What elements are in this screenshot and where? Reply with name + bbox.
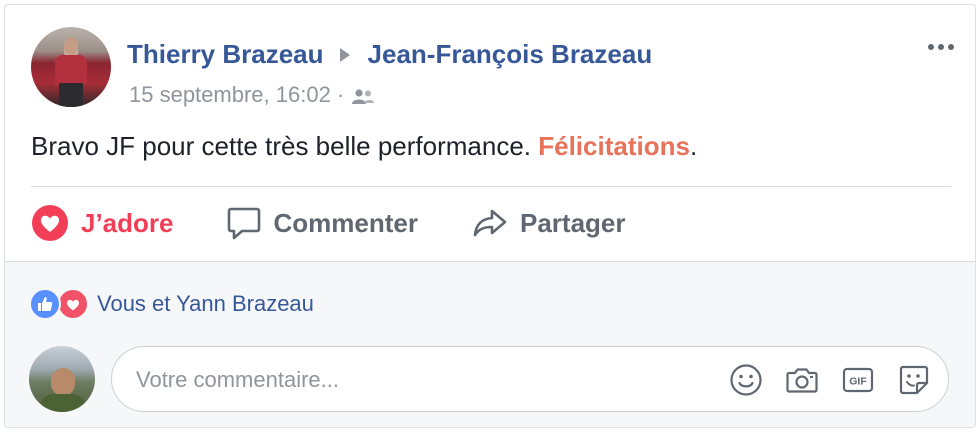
love-label: J’adore	[81, 207, 174, 238]
author-name-link[interactable]: Thierry Brazeau	[127, 39, 324, 70]
comment-icon	[227, 207, 260, 240]
emoji-icon[interactable]	[728, 362, 764, 398]
divider	[31, 186, 951, 187]
author-avatar[interactable]	[31, 27, 111, 107]
post-meta: 15 septembre, 16:02 ·	[129, 82, 376, 108]
comment-label: Commenter	[273, 207, 418, 238]
post-actions: J’adore Commenter Partager	[31, 201, 625, 245]
current-user-avatar[interactable]	[29, 346, 95, 412]
post-mention-link[interactable]: Félicitations	[538, 131, 690, 161]
triangle-right-icon	[339, 47, 350, 62]
post-body: Bravo JF pour cette très belle performan…	[31, 131, 697, 162]
share-button[interactable]: Partager	[472, 205, 626, 241]
post-timestamp[interactable]: 15 septembre, 16:02	[129, 82, 331, 108]
svg-text:GIF: GIF	[849, 376, 867, 388]
target-name-link[interactable]: Jean-François Brazeau	[368, 39, 653, 70]
post-card: Thierry Brazeau Jean-François Brazeau 15…	[4, 4, 976, 428]
love-icon	[32, 205, 68, 241]
share-label: Partager	[519, 207, 626, 238]
post-header-names: Thierry Brazeau Jean-François Brazeau	[127, 39, 652, 70]
post-text-start: Bravo JF pour cette très belle performan…	[31, 131, 539, 161]
camera-icon[interactable]	[784, 362, 820, 398]
friends-icon[interactable]	[350, 86, 376, 104]
reactions-text[interactable]: Vous et Yann Brazeau	[97, 291, 314, 317]
meta-separator: ·	[336, 82, 345, 107]
sticker-icon[interactable]	[896, 362, 932, 398]
more-options-icon[interactable]	[921, 33, 961, 61]
love-icon	[57, 288, 89, 320]
comment-button[interactable]: Commenter	[226, 205, 418, 241]
comment-tools: GIF	[728, 362, 932, 398]
love-button[interactable]: J’adore	[31, 204, 174, 242]
reactions-summary[interactable]: Vous et Yann Brazeau	[29, 288, 314, 320]
post-footer: Vous et Yann Brazeau Votre commentaire..…	[5, 261, 975, 427]
like-icon	[29, 288, 61, 320]
comment-input[interactable]	[136, 365, 716, 395]
gif-icon[interactable]: GIF	[840, 362, 876, 398]
post-text-end: .	[689, 131, 698, 161]
share-icon	[473, 209, 507, 237]
comment-composer: GIF	[111, 346, 949, 412]
